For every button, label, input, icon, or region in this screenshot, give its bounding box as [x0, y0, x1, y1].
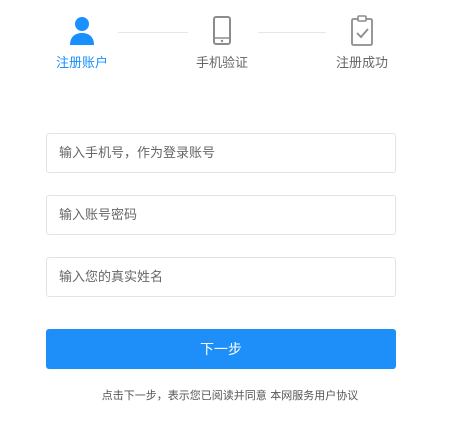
next-step-button[interactable]: 下一步 — [46, 329, 396, 369]
real-name-input[interactable] — [47, 258, 395, 296]
agreement-text: 点击下一步，表示您已阅读并同意 — [101, 389, 267, 402]
password-field-wrapper — [46, 195, 396, 235]
name-field-wrapper — [46, 257, 396, 297]
user-agreement-link[interactable]: 本网服务用户协议 — [270, 389, 358, 402]
step-phone-verify: 手机验证 — [162, 14, 282, 72]
phone-input[interactable] — [47, 134, 395, 172]
step-register-success: 注册成功 — [302, 14, 422, 72]
phone-field-wrapper — [46, 133, 396, 173]
phone-icon — [207, 14, 237, 48]
clipboard-check-icon — [347, 14, 377, 48]
step-label: 手机验证 — [195, 56, 248, 71]
step-register-account: 注册账户 — [22, 14, 142, 72]
agreement-notice: 点击下一步，表示您已阅读并同意 本网服务用户协议 — [0, 388, 460, 404]
step-label: 注册成功 — [335, 56, 388, 71]
step-label: 注册账户 — [55, 56, 108, 71]
password-input[interactable] — [47, 196, 395, 234]
user-icon — [67, 14, 97, 48]
registration-steps: 注册账户 手机验证 注册成功 — [0, 0, 460, 80]
